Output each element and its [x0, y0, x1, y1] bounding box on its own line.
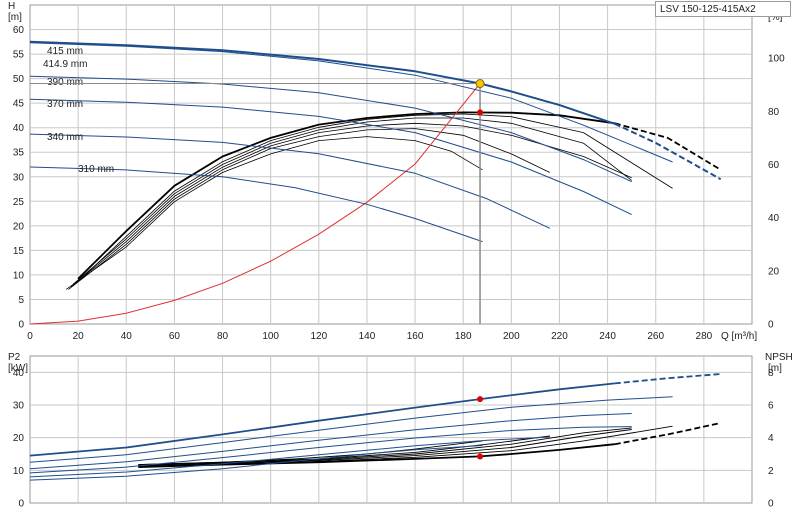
lower-plot-frame: [29, 355, 753, 504]
duty-point-efficiency-marker: [477, 109, 484, 116]
x-tick-label: 120: [310, 331, 327, 342]
y-tick-label: 35: [13, 148, 25, 159]
y-tick-label: 50: [13, 74, 25, 85]
y-tick-label: 0: [18, 320, 24, 331]
x-tick-label: 20: [73, 331, 85, 342]
y-tick-label: 30: [13, 401, 25, 412]
y-tick-label: 55: [13, 50, 25, 61]
y2-tick-label: 4: [768, 433, 774, 444]
y2-tick-label: 60: [768, 160, 780, 171]
y-axis-label: [kW]: [8, 363, 28, 374]
x-tick-label: 0: [27, 331, 33, 342]
x-tick-label: 160: [407, 331, 424, 342]
x-tick-label: 140: [359, 331, 376, 342]
head-curve-label: 390 mm: [47, 77, 83, 88]
x-tick-label: 80: [217, 331, 229, 342]
y2-tick-label: 20: [768, 266, 780, 277]
y2-tick-label: 2: [768, 466, 774, 477]
head-curve-label: 310 mm: [78, 164, 114, 175]
y2-axis-label: NPSH: [765, 352, 793, 363]
y2-tick-label: 40: [768, 213, 780, 224]
head-curve-label: 340 mm: [47, 132, 83, 143]
y-tick-label: 45: [13, 99, 25, 110]
y-tick-label: 25: [13, 197, 25, 208]
y-axis-label: [m]: [8, 12, 22, 23]
y2-tick-label: 80: [768, 107, 780, 118]
x-tick-label: 60: [169, 331, 181, 342]
x-axis-label: Q [m³/h]: [721, 331, 757, 342]
y2-axis-label: [m]: [768, 363, 782, 374]
duty-point-head-marker: [475, 79, 485, 89]
duty-point-npsh-marker: [477, 453, 484, 460]
x-tick-label: 200: [503, 331, 520, 342]
head-curve-label: 414.9 mm: [43, 59, 87, 70]
y-tick-label: 15: [13, 246, 25, 257]
y-tick-label: 10: [13, 466, 25, 477]
x-tick-label: 220: [551, 331, 568, 342]
upper-plot-frame: [29, 4, 753, 325]
y-tick-label: 10: [13, 270, 25, 281]
duty-point-power-marker: [477, 396, 484, 403]
head-curve-label: 415 mm: [47, 46, 83, 57]
x-tick-label: 100: [262, 331, 279, 342]
x-tick-label: 240: [599, 331, 616, 342]
y-tick-label: 40: [13, 123, 25, 134]
y2-tick-label: 0: [768, 320, 774, 331]
y-tick-label: 0: [18, 499, 24, 510]
y-tick-label: 60: [13, 25, 25, 36]
x-tick-label: 180: [455, 331, 472, 342]
y2-tick-label: 0: [768, 499, 774, 510]
pump-performance-chart: 0 20 40 60 80 100 120 140 160 180 200 220 240 260 2800…: [8, 1, 793, 510]
y2-tick-label: 6: [768, 401, 774, 412]
x-tick-label: 40: [121, 331, 133, 342]
y-tick-label: 5: [18, 295, 24, 306]
y-axis-label: H: [8, 1, 15, 12]
x-tick-label: 280: [696, 331, 713, 342]
head-curve-label: 370 mm: [47, 99, 83, 110]
y-axis-label: P2: [8, 352, 21, 363]
x-tick-label: 260: [647, 331, 664, 342]
y-tick-label: 20: [13, 433, 25, 444]
y-tick-label: 30: [13, 172, 25, 183]
y2-tick-label: 100: [768, 54, 785, 65]
y-tick-label: 20: [13, 221, 25, 232]
chart-title: LSV 150-125-415Ax2: [655, 1, 791, 17]
